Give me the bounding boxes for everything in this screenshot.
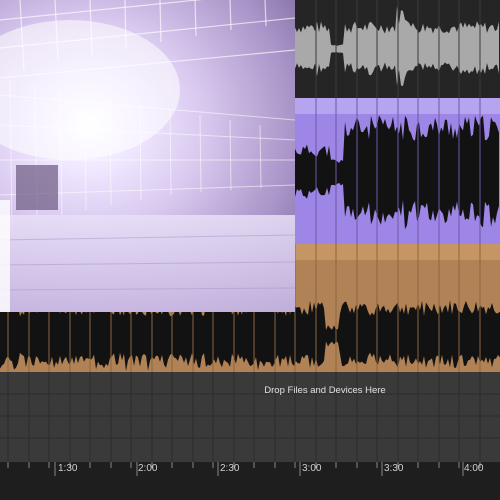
video-preview-thumbnail [0, 0, 295, 312]
time-label-4-00: 4:00 [464, 463, 484, 474]
time-label-2-00: 2:00 [138, 463, 158, 474]
time-label-2-30: 2:30 [220, 463, 240, 474]
time-label-3-30: 3:30 [384, 463, 404, 474]
arrangement-view: Drop Files and Devices Here 1:30 2:00 2:… [0, 0, 500, 500]
time-label-3-00: 3:00 [302, 463, 322, 474]
drop-files-hint: Drop Files and Devices Here [264, 385, 386, 396]
time-label-1-30: 1:30 [58, 463, 78, 474]
